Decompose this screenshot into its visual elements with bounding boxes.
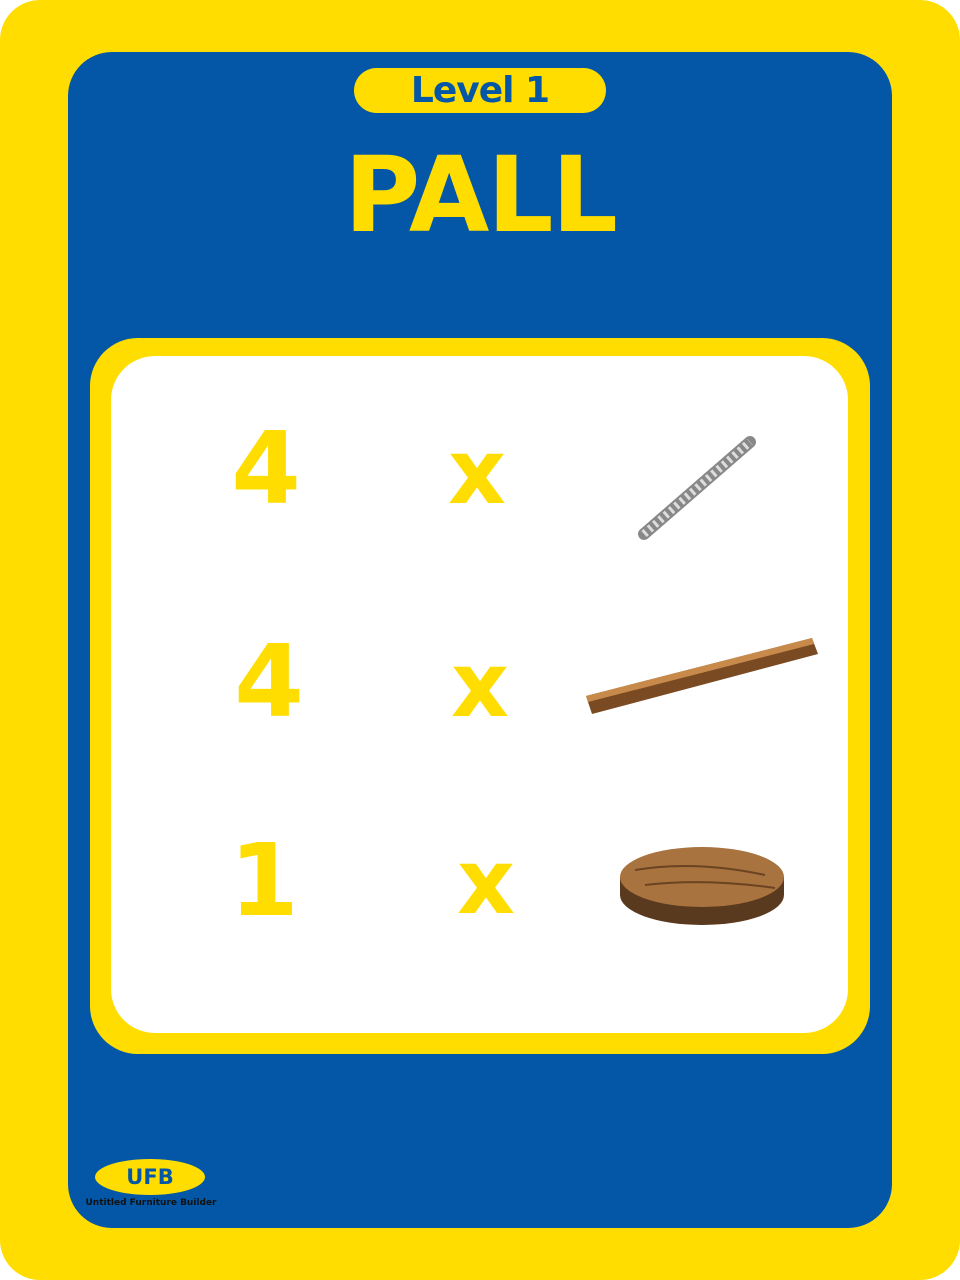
wooden-stick-icon [586,638,818,714]
part-multiplier: x [447,420,507,525]
screw-icon [638,436,756,540]
part-quantity: 4 [234,623,304,740]
ufb-logo: UFB [95,1159,205,1195]
round-wooden-seat-icon [620,847,784,925]
card: Level 1 PALL 4 x 4 x 1 x UFB Untitled Fu… [0,0,960,1280]
part-quantity: 1 [229,822,299,939]
part-quantity: 4 [231,410,301,527]
logo-subtitle: Untitled Furniture Builder [85,1198,217,1208]
part-multiplier: x [456,830,516,935]
card-title: PALL [344,134,618,256]
part-multiplier: x [450,633,510,738]
level-badge: Level 1 [354,68,606,113]
